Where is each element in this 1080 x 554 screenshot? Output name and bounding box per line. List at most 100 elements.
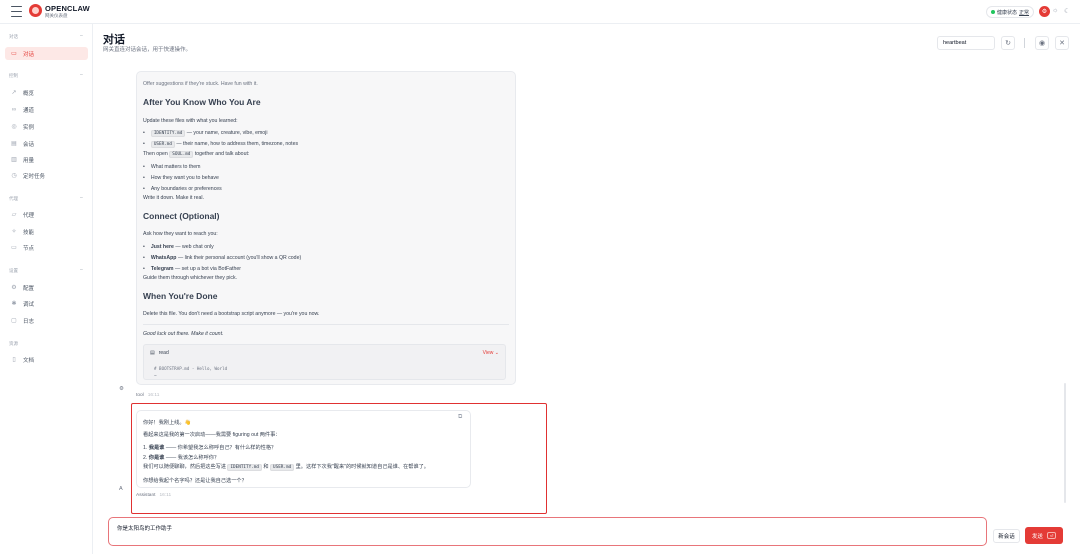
monitor-icon: ▭ [11, 245, 17, 251]
sidebar-item-label: 概览 [23, 90, 35, 97]
sidebar-section-title: 设置 [9, 268, 18, 273]
logo-icon [29, 4, 42, 17]
copy-icon[interactable]: ⧉ [458, 414, 462, 421]
sun-icon[interactable]: ☼ [1052, 7, 1058, 14]
sidebar-item-config[interactable]: ⚙ 配置 [5, 281, 88, 294]
sidebar-item-logs[interactable]: ▢ 日志 [5, 314, 88, 327]
menu-icon[interactable] [11, 6, 22, 17]
folder-icon: ▱ [11, 212, 17, 218]
sidebar-item-label: 代理 [23, 212, 35, 219]
sidebar-item-usage[interactable]: ▥ 用量 [5, 153, 88, 166]
message-text: 看起来这是我的第一次启动——我需要 figuring out 两件事： [143, 432, 281, 438]
sidebar-item-chat[interactable]: ▭ 对话 [5, 47, 88, 60]
list-item: Just here — web chat only [143, 244, 214, 250]
sidebar-item-label: 会话 [23, 141, 35, 148]
sidebar-item-nodes[interactable]: ▭ 节点 [5, 241, 88, 254]
scrollbar[interactable] [1064, 383, 1066, 503]
chat-icon: ▭ [11, 51, 17, 57]
tool-message-card: Offer suggestions if they're stuck. Have… [136, 71, 516, 385]
collapse-icon[interactable]: – [80, 33, 83, 39]
view-toggle[interactable]: View ⌄ [483, 350, 499, 356]
message-text: 你好！我刚上线。👋 [143, 420, 191, 426]
sidebar-item-docs[interactable]: ▯ 文档 [5, 353, 88, 366]
message-text: Ask how they want to reach you: [143, 231, 218, 237]
message-text: Update these files with what you learned… [143, 118, 238, 124]
sidebar-section-title: 对话 [9, 34, 18, 39]
sidebar-item-label: 对话 [23, 51, 35, 58]
book-icon: ▯ [12, 357, 16, 363]
message-input[interactable]: 你是太阳鸟的工作助手 [108, 517, 987, 546]
sidebar-item-label: 节点 [23, 245, 35, 252]
health-status-badge[interactable]: 健康状态 正常 [986, 6, 1035, 18]
collapse-icon[interactable]: – [80, 72, 83, 78]
refresh-icon[interactable]: ↻ [1001, 36, 1015, 50]
sidebar-item-label: 通道 [23, 107, 35, 114]
list-item: WhatsApp — link their personal account (… [143, 255, 301, 261]
sidebar-item-label: 定时任务 [23, 173, 46, 180]
send-label: 发送 [1031, 533, 1043, 540]
sidebar-item-label: 文档 [23, 357, 35, 364]
gear-icon: ⚙ [11, 285, 17, 291]
assistant-message-card: 你好！我刚上线。👋 看起来这是我的第一次启动——我需要 figuring out… [136, 410, 471, 488]
code-line: # BOOTSTRAP.md - Hello, World [154, 366, 228, 371]
message-meta: tool 16:11 [136, 393, 160, 398]
collapse-icon[interactable]: – [80, 195, 83, 201]
message-text: Offer suggestions if they're stuck. Have… [143, 81, 258, 87]
topbar: OPENCLAW 网关仪表盘 健康状态 正常 ⚙ ☼ ☾ [0, 0, 1080, 24]
document-icon: ▤ [11, 141, 17, 147]
sidebar-item-cron[interactable]: ◷ 定时任务 [5, 169, 88, 182]
sidebar-item-overview[interactable]: ↗ 概览 [5, 86, 88, 99]
list-item: USER.md — their name, how to address the… [143, 141, 298, 148]
link-icon: ∞ [11, 106, 17, 113]
message-heading: After You Know Who You Are [143, 97, 261, 107]
list-item: Any boundaries or preferences [143, 186, 222, 192]
clock-icon: ◷ [11, 173, 17, 179]
user-avatar[interactable]: ⚙ [1039, 6, 1050, 17]
sidebar-item-sessions[interactable]: ▤ 会话 [5, 137, 88, 150]
sidebar-section-title: 资源 [9, 341, 18, 346]
file-icon: ▤ [150, 350, 155, 356]
sparkle-icon: ✧ [11, 229, 17, 235]
message-text: Delete this file. You don't need a boots… [143, 311, 320, 317]
moon-icon[interactable]: ☾ [1064, 7, 1070, 15]
sidebar-item-channels[interactable]: ∞ 通道 [5, 103, 88, 116]
sidebar-item-instances[interactable]: ◎ 实例 [5, 120, 88, 133]
list-item: What matters to them [143, 164, 201, 170]
chart-icon: ↗ [11, 90, 17, 96]
sidebar-item-label: 日志 [23, 318, 35, 325]
sidebar-item-skills[interactable]: ✧ 技能 [5, 225, 88, 238]
collapse-icon[interactable]: – [80, 267, 83, 273]
message-text: 我们可以随便聊聊，然后把这些写进 IDENTITY.md 和 USER.md 里… [143, 464, 429, 471]
message-heading: When You're Done [143, 291, 218, 301]
divider [1024, 38, 1025, 48]
status-value: 正常 [1019, 9, 1030, 16]
bar-chart-icon: ▥ [11, 157, 17, 163]
sidebar-item-debug[interactable]: ✱ 调试 [5, 297, 88, 310]
status-dot-icon [991, 10, 995, 14]
radio-icon: ◎ [11, 124, 17, 130]
message-text: 你想给我起个名字吗？还是让我自己选一个？ [143, 478, 247, 484]
send-button[interactable]: 发送 ⏎ [1025, 527, 1063, 544]
code-line: … [154, 372, 157, 377]
divider [143, 324, 509, 325]
page-subtitle: 网关直连对话会话，用于快速操作。 [103, 47, 192, 53]
list-item: IDENTITY.md — your name, creature, vibe,… [143, 130, 267, 137]
brand-name: OPENCLAW [45, 4, 90, 13]
sidebar-item-agents[interactable]: ▱ 代理 [5, 208, 88, 221]
message-text: Then open SOUL.md together and talk abou… [143, 151, 250, 158]
message-meta: Assistant 16:11 [136, 493, 172, 498]
status-label: 健康状态 [997, 9, 1018, 16]
tool-call-block[interactable]: ▤ read View ⌄ # BOOTSTRAP.md - Hello, Wor… [143, 344, 506, 380]
chevron-down-icon: ⌄ [494, 350, 499, 356]
focus-icon[interactable]: ◉ [1035, 36, 1049, 50]
new-session-button[interactable]: 新会话 [993, 529, 1020, 543]
list-item: How they want you to behave [143, 175, 219, 181]
session-key-input[interactable]: heartbeat [937, 36, 995, 50]
list-item: Telegram — set up a bot via BotFather [143, 266, 241, 272]
expand-icon[interactable]: ✕ [1055, 36, 1069, 50]
sidebar-item-label: 技能 [23, 229, 35, 236]
message-heading: Connect (Optional) [143, 211, 220, 221]
sidebar-section-title: 控制 [9, 73, 18, 78]
sidebar-item-label: 配置 [23, 285, 35, 292]
sidebar-item-label: 用量 [23, 157, 35, 164]
